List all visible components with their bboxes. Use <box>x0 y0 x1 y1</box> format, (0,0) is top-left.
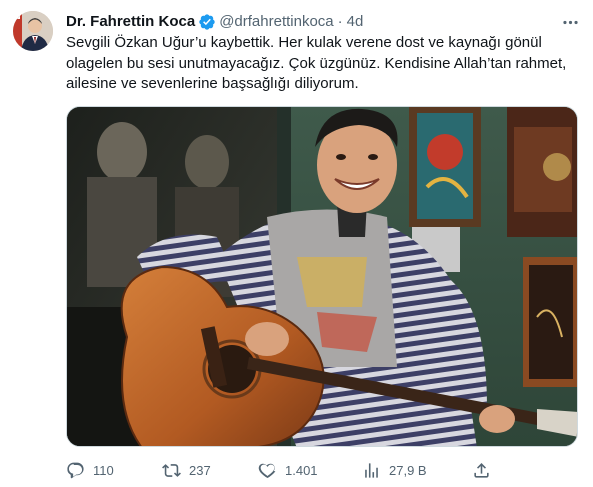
tweet-text: Sevgili Özkan Uğur’u kaybettik. Her kula… <box>66 33 578 95</box>
retweet-count: 237 <box>189 462 211 478</box>
tweet-text-line: ailesine ve sevenlerine başsağlığı diliy… <box>66 75 359 92</box>
more-options-icon[interactable] <box>560 12 580 32</box>
share-icon <box>472 461 491 480</box>
retweet-button[interactable]: 237 <box>162 458 211 482</box>
avatar[interactable] <box>13 11 53 51</box>
like-button[interactable]: 1.401 <box>258 458 318 482</box>
separator-dot: · <box>337 13 343 30</box>
tweet-actions: 110 237 1.401 27,9 B <box>66 458 578 482</box>
views-count: 27,9 B <box>389 462 427 478</box>
reply-icon <box>66 461 85 480</box>
heart-icon <box>258 461 277 480</box>
reply-count: 110 <box>93 462 114 478</box>
timestamp[interactable]: 4d <box>347 12 364 32</box>
tweet[interactable]: Dr. Fahrettin Koca @drfahrettinkoca · 4d… <box>0 0 593 487</box>
views-button[interactable]: 27,9 B <box>362 458 427 482</box>
retweet-icon <box>162 461 181 480</box>
share-button[interactable] <box>472 458 491 482</box>
tweet-photo[interactable] <box>66 106 578 447</box>
tweet-text-line: olagelen bu sesi unutmayacağız. Çok üzgü… <box>66 54 567 72</box>
like-count: 1.401 <box>285 462 318 478</box>
verified-badge-icon <box>198 13 216 31</box>
author-name[interactable]: Dr. Fahrettin Koca <box>66 12 195 32</box>
analytics-icon <box>362 461 381 480</box>
author-handle[interactable]: @drfahrettinkoca <box>219 12 333 32</box>
tweet-text-line: Sevgili Özkan Uğur’u kaybettik. Her kula… <box>66 34 542 51</box>
tweet-header: Dr. Fahrettin Koca @drfahrettinkoca · 4d <box>66 12 363 32</box>
reply-button[interactable]: 110 <box>66 458 114 482</box>
